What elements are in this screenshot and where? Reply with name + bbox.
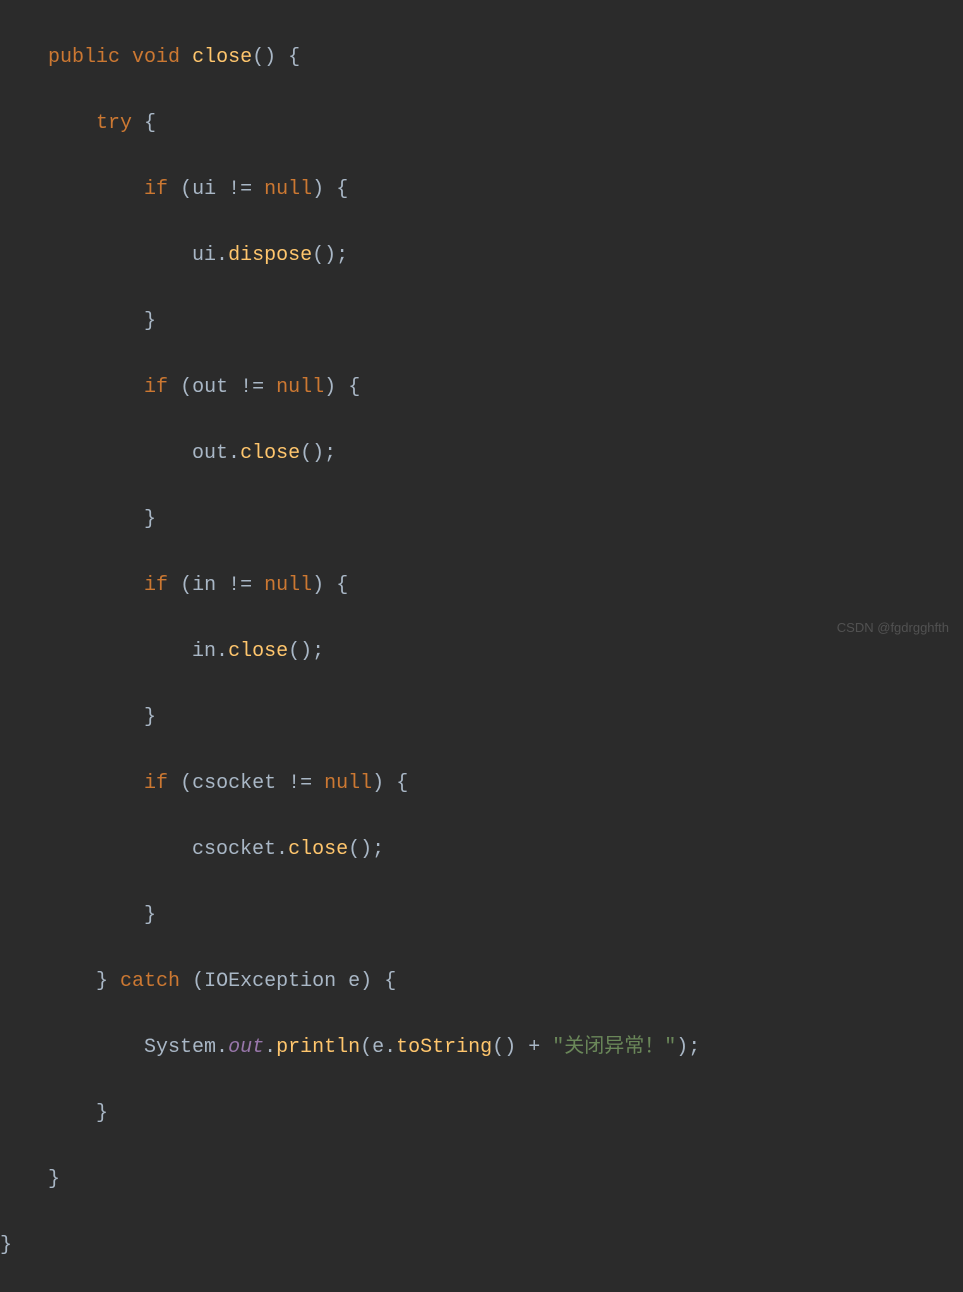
keyword-null: null [264, 178, 312, 201]
code-line: } [0, 1229, 963, 1262]
code-line: csocket.close(); [0, 833, 963, 866]
method-close: close [240, 442, 300, 465]
var-csocket: csocket [192, 838, 276, 861]
code-line: if (in != null) { [0, 569, 963, 602]
code-line: if (ui != null) { [0, 173, 963, 206]
keyword-null: null [264, 574, 312, 597]
code-line: } [0, 305, 963, 338]
code-line: ui.dispose(); [0, 239, 963, 272]
keyword-void: void [132, 46, 180, 69]
method-tostring: toString [396, 1036, 492, 1059]
keyword-null: null [276, 376, 324, 399]
code-line: out.close(); [0, 437, 963, 470]
keyword-if: if [144, 772, 168, 795]
code-line: if (csocket != null) { [0, 767, 963, 800]
var-in: in [192, 574, 216, 597]
code-line: } [0, 1097, 963, 1130]
keyword-if: if [144, 376, 168, 399]
string-literal: "关闭异常！" [552, 1036, 676, 1059]
code-editor[interactable]: public void close() { try { if (ui != nu… [0, 8, 963, 1292]
var-out: out [192, 376, 228, 399]
var-out: out [192, 442, 228, 465]
code-line: try { [0, 107, 963, 140]
keyword-if: if [144, 574, 168, 597]
method-close: close [288, 838, 348, 861]
class-system: System [144, 1036, 216, 1059]
keyword-catch: catch [120, 970, 180, 993]
code-line: in.close(); [0, 635, 963, 668]
code-line: public void close() { [0, 41, 963, 74]
watermark: CSDN @fgdrgghfth [837, 617, 949, 638]
keyword-if: if [144, 178, 168, 201]
code-line: } [0, 701, 963, 734]
var-ui: ui [192, 244, 216, 267]
method-name: close [192, 46, 252, 69]
field-out: out [228, 1036, 264, 1059]
code-line: } catch (IOException e) { [0, 965, 963, 998]
var-csocket: csocket [192, 772, 276, 795]
code-line: } [0, 899, 963, 932]
type-ioexception: IOException [204, 970, 336, 993]
keyword-public: public [48, 46, 120, 69]
keyword-try: try [96, 112, 132, 135]
var-ui: ui [192, 178, 216, 201]
method-println: println [276, 1036, 360, 1059]
method-close: close [228, 640, 288, 663]
code-line: if (out != null) { [0, 371, 963, 404]
code-line: } [0, 1163, 963, 1196]
var-e: e [372, 1036, 384, 1059]
keyword-null: null [324, 772, 372, 795]
method-dispose: dispose [228, 244, 312, 267]
code-line: } [0, 503, 963, 536]
code-line: System.out.println(e.toString() + "关闭异常！… [0, 1031, 963, 1064]
var-e: e [348, 970, 360, 993]
var-in: in [192, 640, 216, 663]
